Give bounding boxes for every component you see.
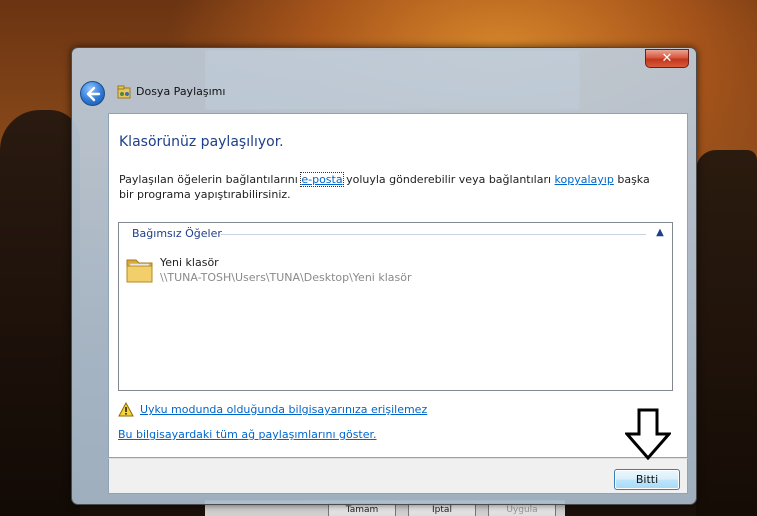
description-part-1: Paylaşılan öğelerin bağlantılarını [119, 173, 302, 186]
group-divider [221, 234, 646, 235]
item-path: \\TUNA-TOSH\Users\TUNA\Desktop\Yeni klas… [160, 271, 412, 284]
footer-bar: Bitti [108, 458, 688, 494]
wallpaper-silhouette-left [0, 110, 80, 516]
close-button[interactable]: ✕ [645, 49, 689, 68]
group-header: Bağımsız Öğeler [132, 227, 222, 240]
back-button[interactable] [80, 81, 105, 106]
warning-icon [118, 402, 134, 417]
down-arrow-icon [625, 408, 671, 460]
wallpaper-silhouette-right [696, 150, 757, 516]
shared-items-list[interactable]: Bağımsız Öğeler ▲ Yeni klasör \\TUNA-TOS… [118, 222, 673, 391]
page-title: Klasörünüz paylaşılıyor. [119, 134, 284, 150]
back-arrow-icon [86, 86, 101, 102]
file-sharing-window: ✕ Dosya Paylaşımı Klasörünüz paylaşılıyo… [71, 47, 697, 505]
copy-link[interactable]: kopyalayıp [555, 173, 614, 186]
finish-button[interactable]: Bitti [614, 469, 680, 490]
email-link[interactable]: e-posta [300, 172, 344, 187]
window-title: Dosya Paylaşımı [136, 85, 226, 98]
collapse-chevron-icon[interactable]: ▲ [654, 227, 666, 239]
description-part-2: yoluyla gönderebilir veya bağlantıları [342, 173, 555, 186]
sleep-warning-link[interactable]: Uyku modunda olduğunda bilgisayarınıza e… [140, 403, 427, 416]
folder-icon [126, 259, 153, 283]
content-panel: Klasörünüz paylaşılıyor. Paylaşılan öğel… [108, 113, 688, 458]
sharing-icon [117, 85, 131, 99]
item-name: Yeni klasör [160, 256, 219, 269]
show-all-shares-link[interactable]: Bu bilgisayardaki tüm ağ paylaşımlarını … [118, 428, 377, 441]
description-text: Paylaşılan öğelerin bağlantılarını e-pos… [119, 172, 664, 202]
